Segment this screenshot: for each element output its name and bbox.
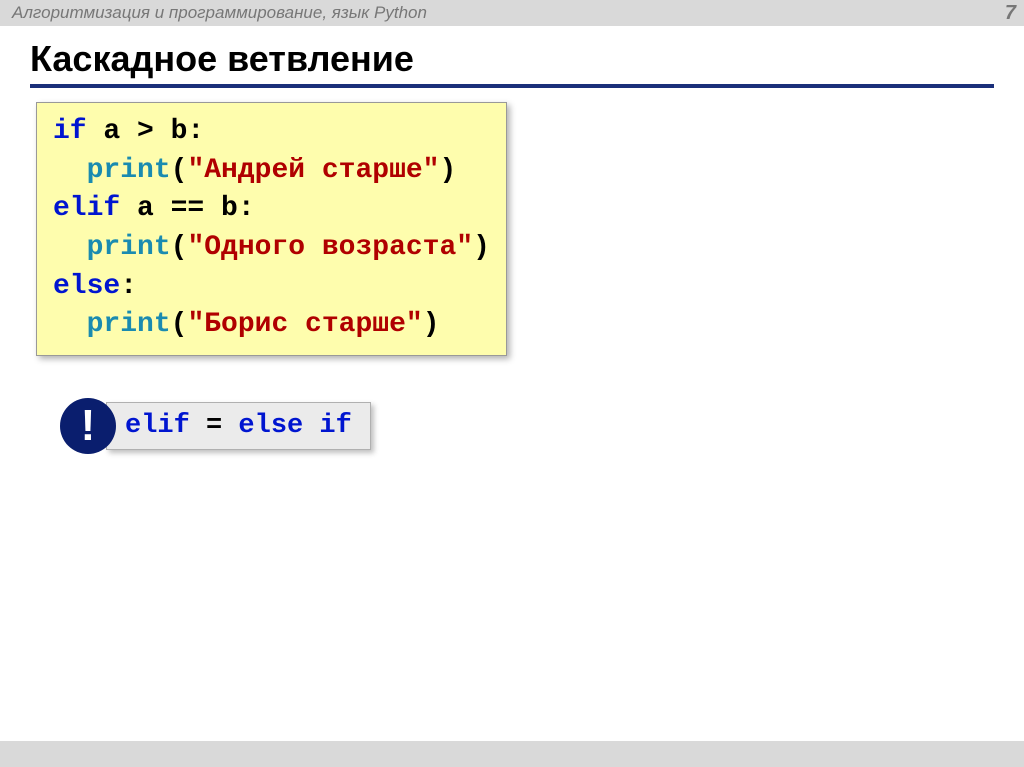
expr: a == b: xyxy=(120,193,254,224)
code-block: if a > b: print("Андрей старше") elif a … xyxy=(36,102,507,356)
func-print: print xyxy=(87,232,171,263)
paren: ) xyxy=(473,232,490,263)
colon: : xyxy=(120,271,137,302)
breadcrumb: Алгоритмизация и программирование, язык … xyxy=(12,3,427,23)
code-line: print("Борис старше") xyxy=(53,306,490,345)
paren: ) xyxy=(439,155,456,186)
string-literal: "Борис старше" xyxy=(187,309,422,340)
keyword-if: if xyxy=(53,116,87,147)
string-literal: "Одного возраста" xyxy=(187,232,473,263)
code-line: else: xyxy=(53,268,490,307)
note-box: elif = else if xyxy=(106,402,371,450)
keyword-else: else xyxy=(53,271,120,302)
code-line: if a > b: xyxy=(53,113,490,152)
paren: ( xyxy=(171,309,188,340)
code-line: print("Одного возраста") xyxy=(53,229,490,268)
footer-bar xyxy=(0,741,1024,767)
code-line: elif a == b: xyxy=(53,190,490,229)
title-underline xyxy=(30,84,994,88)
func-print: print xyxy=(87,155,171,186)
keyword-if: if xyxy=(303,411,352,441)
slide-content: Каскадное ветвление if a > b: print("Анд… xyxy=(0,26,1024,454)
string-literal: "Андрей старше" xyxy=(187,155,439,186)
page-number: 7 xyxy=(1005,2,1016,25)
note-row: ! elif = else if xyxy=(60,398,994,454)
paren: ( xyxy=(171,155,188,186)
exclamation-badge-icon: ! xyxy=(60,398,116,454)
header-bar: Алгоритмизация и программирование, язык … xyxy=(0,0,1024,26)
paren: ( xyxy=(171,232,188,263)
keyword-else: else xyxy=(238,411,303,441)
expr: a > b: xyxy=(87,116,205,147)
keyword-elif: elif xyxy=(125,411,190,441)
slide-title: Каскадное ветвление xyxy=(30,38,994,80)
keyword-elif: elif xyxy=(53,193,120,224)
code-line: print("Андрей старше") xyxy=(53,152,490,191)
eq: = xyxy=(190,411,239,441)
paren: ) xyxy=(423,309,440,340)
func-print: print xyxy=(87,309,171,340)
